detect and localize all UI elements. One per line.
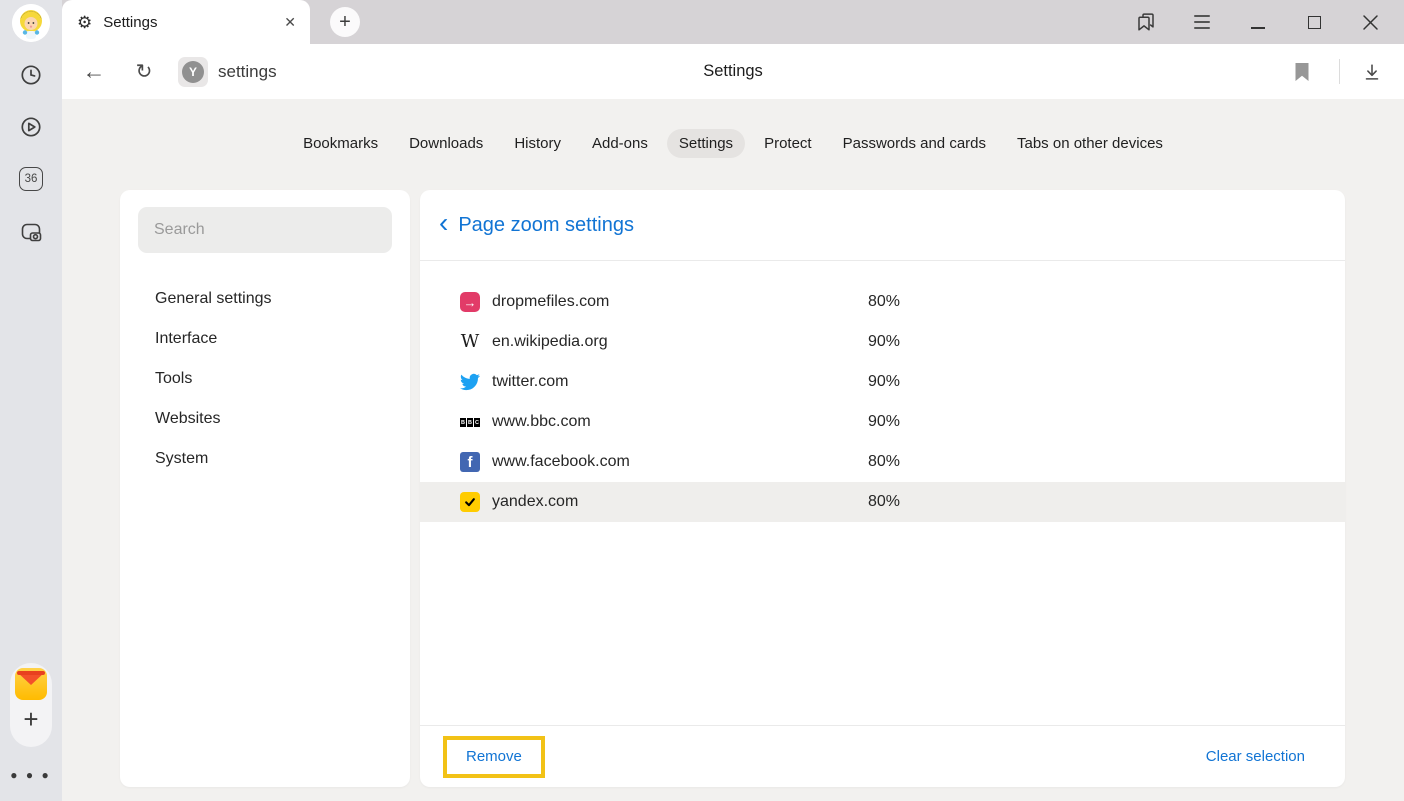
chevron-left-icon: ‹	[439, 209, 448, 241]
bbc-favicon: BBC	[460, 418, 480, 427]
close-window-button[interactable]	[1342, 0, 1398, 44]
clear-selection-button[interactable]: Clear selection	[1206, 748, 1305, 765]
zoom-value: 90%	[868, 322, 900, 362]
site-domain: www.facebook.com	[492, 442, 630, 482]
zoom-row-bbc[interactable]: BBC www.bbc.com 90%	[420, 402, 1345, 442]
yandex-mail-icon[interactable]	[15, 668, 47, 700]
page-zoom-panel: ‹ Page zoom settings → dropmefiles.com 8…	[420, 190, 1345, 787]
browser-window: 36 + ● ● ● ⚙ Settings ✕ +	[0, 0, 1404, 801]
zoom-value: 90%	[868, 402, 900, 442]
nav-item-tools[interactable]: Tools	[120, 359, 410, 399]
bookmarks-panel-icon[interactable]	[1118, 0, 1174, 44]
tab-settings[interactable]: Settings	[667, 129, 745, 158]
nav-item-system[interactable]: System	[120, 439, 410, 479]
bookmark-flag-icon[interactable]	[1284, 44, 1320, 99]
settings-nav-list: General settings Interface Tools Website…	[120, 279, 410, 479]
wikipedia-favicon: W	[460, 332, 480, 352]
search-input[interactable]	[138, 207, 392, 253]
zoom-value: 80%	[868, 282, 900, 322]
browser-side-rail: 36 + ● ● ●	[0, 0, 62, 801]
zoom-value: 90%	[868, 362, 900, 402]
gear-icon: ⚙	[77, 14, 92, 31]
panel-header-back[interactable]: ‹ Page zoom settings	[420, 190, 1345, 261]
remove-highlight-box: Remove	[443, 736, 545, 778]
nav-item-websites[interactable]: Websites	[120, 399, 410, 439]
back-button[interactable]: ←	[74, 44, 114, 99]
minimize-button[interactable]	[1230, 0, 1286, 44]
screenshot-icon[interactable]	[19, 220, 43, 244]
downloads-icon[interactable]	[1352, 44, 1392, 99]
zoom-row-wikipedia[interactable]: W en.wikipedia.org 90%	[420, 322, 1345, 362]
zoom-row-twitter[interactable]: twitter.com 90%	[420, 362, 1345, 402]
nav-item-interface[interactable]: Interface	[120, 319, 410, 359]
site-domain: www.bbc.com	[492, 402, 591, 442]
media-play-icon[interactable]	[19, 115, 43, 139]
menu-icon[interactable]	[1174, 0, 1230, 44]
twitter-favicon	[460, 372, 480, 392]
url-text: settings	[218, 62, 277, 82]
window-controls	[1118, 0, 1398, 44]
pinned-apps-pill: +	[10, 663, 52, 747]
zoom-row-facebook[interactable]: f www.facebook.com 80%	[420, 442, 1345, 482]
tab-passwords[interactable]: Passwords and cards	[831, 129, 998, 158]
site-domain: dropmefiles.com	[492, 282, 609, 322]
site-domain: en.wikipedia.org	[492, 322, 608, 362]
reload-button[interactable]: ↻	[124, 44, 164, 99]
nav-item-general[interactable]: General settings	[120, 279, 410, 319]
tab-title: Settings	[103, 14, 273, 31]
zoom-value: 80%	[868, 482, 900, 522]
remove-button[interactable]: Remove	[466, 748, 522, 765]
history-icon[interactable]	[19, 63, 43, 87]
zoom-value: 80%	[868, 442, 900, 482]
settings-nav-panel: General settings Interface Tools Website…	[120, 190, 410, 787]
checked-checkbox-icon[interactable]	[460, 492, 480, 512]
tab-history[interactable]: History	[502, 129, 573, 158]
tab-bar: ⚙ Settings ✕ +	[62, 0, 1404, 44]
user-avatar[interactable]	[12, 4, 50, 42]
zoom-row-dropmefiles[interactable]: → dropmefiles.com 80%	[420, 282, 1345, 322]
settings-section-tabs: Bookmarks Downloads History Add-ons Sett…	[62, 129, 1404, 158]
site-domain: yandex.com	[492, 482, 578, 522]
maximize-button[interactable]	[1286, 0, 1342, 44]
panel-footer: Remove Clear selection	[420, 725, 1345, 787]
tab-other-devices[interactable]: Tabs on other devices	[1005, 129, 1175, 158]
avatar-illustration	[12, 4, 50, 42]
panel-title: Page zoom settings	[458, 214, 634, 237]
zoom-row-yandex-selected[interactable]: yandex.com 80%	[420, 482, 1345, 522]
new-tab-button[interactable]: +	[330, 7, 360, 37]
site-domain: twitter.com	[492, 362, 568, 402]
zoom-site-list: → dropmefiles.com 80% W en.wikipedia.org…	[420, 282, 1345, 522]
dropmefiles-favicon: →	[460, 292, 480, 312]
tab-bookmarks[interactable]: Bookmarks	[291, 129, 390, 158]
facebook-favicon: f	[460, 452, 480, 472]
site-favicon-y: Y	[178, 57, 208, 87]
navigation-toolbar: Settings ← ↻ Y settings	[62, 44, 1404, 99]
browser-tab-settings[interactable]: ⚙ Settings ✕	[62, 0, 310, 44]
toolbar-divider	[1339, 59, 1340, 84]
tab-downloads[interactable]: Downloads	[397, 129, 495, 158]
tab-close-icon[interactable]: ✕	[284, 14, 296, 31]
add-app-icon[interactable]: +	[23, 704, 38, 734]
tab-protect[interactable]: Protect	[752, 129, 824, 158]
address-bar[interactable]: Y settings	[178, 44, 277, 99]
rail-more-icon[interactable]: ● ● ●	[0, 768, 62, 782]
tab-addons[interactable]: Add-ons	[580, 129, 660, 158]
tab-counter-badge[interactable]: 36	[19, 167, 43, 191]
